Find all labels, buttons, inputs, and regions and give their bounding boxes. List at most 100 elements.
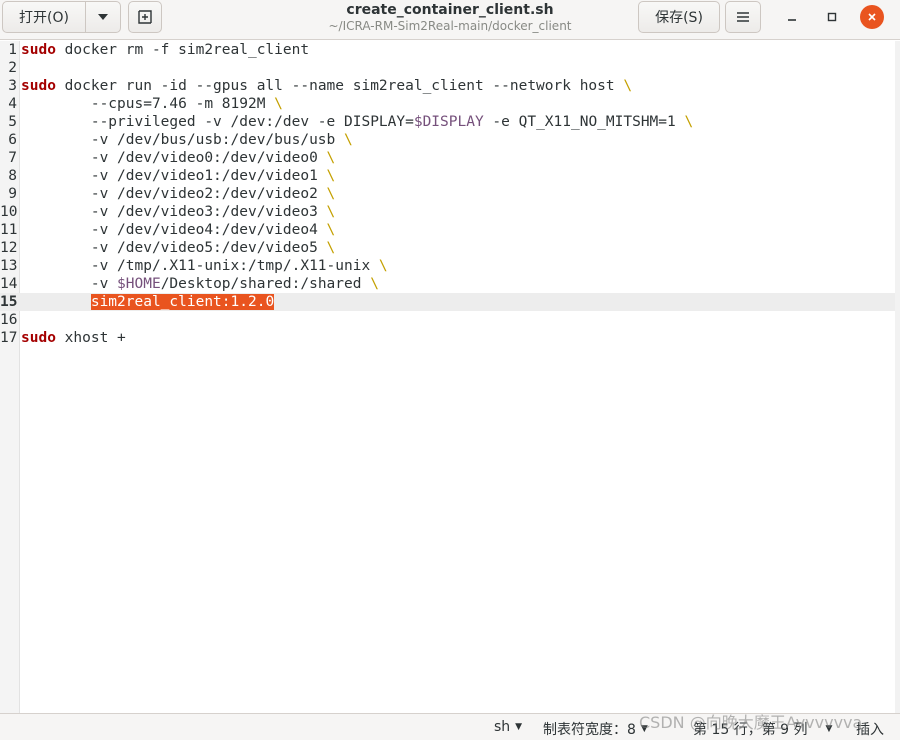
code-line[interactable]: 16	[0, 311, 895, 329]
line-text[interactable]: -v /tmp/.X11-unix:/tmp/.X11-unix \	[21, 257, 388, 275]
line-continuation-token: \	[326, 222, 336, 238]
code-token: -v	[21, 276, 118, 292]
code-line[interactable]: 4 --cpus=7.46 -m 8192M \	[0, 95, 895, 113]
line-text[interactable]: -v /dev/video5:/dev/video5 \	[21, 239, 335, 257]
line-number: 15	[0, 294, 18, 310]
code-line[interactable]: 14 -v $HOME/Desktop/shared:/shared \	[0, 275, 895, 293]
code-token: --privileged -v /dev:/dev -e DISPLAY=	[21, 114, 414, 130]
language-selector[interactable]: sh ▼	[494, 719, 522, 735]
new-document-icon	[138, 10, 152, 24]
code-line[interactable]: 17 sudo xhost +	[0, 329, 895, 347]
code-line[interactable]: 12 -v /dev/video5:/dev/video5 \	[0, 239, 895, 257]
line-text[interactable]: -v /dev/video4:/dev/video4 \	[21, 221, 335, 239]
code-line[interactable]: 2	[0, 59, 895, 77]
minimize-button[interactable]	[781, 6, 803, 28]
chevron-down-icon: ▼	[515, 722, 523, 732]
line-text[interactable]: sudo docker rm -f sim2real_client	[21, 41, 309, 59]
line-number: 16	[0, 312, 18, 328]
line-number: 3	[8, 78, 17, 94]
keyword-token: sudo	[21, 330, 56, 346]
keyword-token: sudo	[21, 78, 56, 94]
code-token: docker rm -f sim2real_client	[55, 42, 310, 58]
code-line[interactable]: 5 --privileged -v /dev:/dev -e DISPLAY=$…	[0, 113, 895, 131]
line-text[interactable]: sudo xhost +	[21, 329, 126, 347]
line-text[interactable]: sim2real_client:1.2.0	[21, 293, 275, 311]
code-line[interactable]: 7 -v /dev/video0:/dev/video0 \	[0, 149, 895, 167]
close-button[interactable]	[860, 5, 884, 29]
line-continuation-token: \	[326, 240, 336, 256]
tab-width-label: 制表符宽度：8	[543, 722, 636, 738]
code-token: -v /dev/video0:/dev/video0	[21, 150, 327, 166]
document-title: create_container_client.sh	[346, 2, 554, 18]
line-continuation-token: \	[326, 204, 336, 220]
line-continuation-token: \	[326, 168, 336, 184]
line-number: 13	[0, 258, 18, 274]
document-path: ~/ICRA-RM-Sim2Real-main/docker_client	[328, 19, 572, 33]
variable-token: $DISPLAY	[413, 114, 484, 130]
variable-token: $HOME	[117, 276, 161, 292]
line-continuation-token: \	[326, 150, 336, 166]
code-line[interactable]: 3 sudo docker run -id --gpus all --name s…	[0, 77, 895, 95]
line-continuation-token: \	[344, 132, 353, 148]
header-bar: 打开(O) create_container_client.sh ~/ICRA-…	[0, 0, 900, 40]
code-token: -v /dev/video4:/dev/video4	[21, 222, 327, 238]
open-menu-button[interactable]	[85, 1, 121, 33]
line-number: 14	[0, 276, 18, 292]
code-line[interactable]: 8 -v /dev/video1:/dev/video1 \	[0, 167, 895, 185]
code-token: -v /dev/bus/usb:/dev/bus/usb	[21, 132, 345, 148]
line-text[interactable]: -v /dev/video3:/dev/video3 \	[21, 203, 335, 221]
line-text[interactable]: -v /dev/video0:/dev/video0 \	[21, 149, 335, 167]
line-text[interactable]: -v /dev/video2:/dev/video2 \	[21, 185, 335, 203]
menu-button[interactable]	[725, 1, 761, 33]
line-continuation-token: \	[623, 78, 633, 94]
new-document-button[interactable]	[128, 1, 162, 33]
code-line[interactable]: 1 sudo docker rm -f sim2real_client	[0, 41, 895, 59]
save-button[interactable]: 保存(S)	[638, 1, 720, 33]
line-text[interactable]: -v /dev/bus/usb:/dev/bus/usb \	[21, 131, 353, 149]
line-text[interactable]: --privileged -v /dev:/dev -e DISPLAY=$DI…	[21, 113, 693, 131]
tab-width-selector[interactable]: 制表符宽度：8 ▼	[543, 719, 648, 739]
line-number: 8	[8, 168, 17, 184]
code-token: -v /dev/video5:/dev/video5	[21, 240, 327, 256]
maximize-button[interactable]	[821, 6, 843, 28]
line-number: 11	[0, 222, 18, 238]
line-text[interactable]: sudo docker run -id --gpus all --name si…	[21, 77, 632, 95]
code-line[interactable]: 13 -v /tmp/.X11-unix:/tmp/.X11-unix \	[0, 257, 895, 275]
code-token: -v /dev/video1:/dev/video1	[21, 168, 327, 184]
hamburger-menu-icon	[737, 12, 749, 22]
line-number: 2	[8, 60, 17, 76]
code-line[interactable]: 9 -v /dev/video2:/dev/video2 \	[0, 185, 895, 203]
code-line[interactable]: 10 -v /dev/video3:/dev/video3 \	[0, 203, 895, 221]
line-number: 17	[0, 330, 18, 346]
vertical-scrollbar[interactable]	[895, 41, 900, 713]
code-line[interactable]: 15 sim2real_client:1.2.0	[0, 293, 895, 311]
code-line[interactable]: 11 -v /dev/video4:/dev/video4 \	[0, 221, 895, 239]
line-text[interactable]: -v $HOME/Desktop/shared:/shared \	[21, 275, 379, 293]
line-number: 6	[8, 132, 17, 148]
watermark: CSDN @向晚大魔王Avvvvvva	[639, 713, 863, 732]
code-token: --cpus=7.46 -m 8192M	[21, 96, 275, 112]
line-number: 5	[8, 114, 17, 130]
line-number: 12	[0, 240, 18, 256]
open-button[interactable]: 打开(O)	[2, 1, 86, 33]
line-number: 9	[8, 186, 17, 202]
line-number: 7	[8, 150, 17, 166]
code-line[interactable]: 6 -v /dev/bus/usb:/dev/bus/usb \	[0, 131, 895, 149]
code-token: -v /dev/video2:/dev/video2	[21, 186, 327, 202]
close-icon	[868, 13, 876, 21]
text-editor[interactable]: 1 sudo docker rm -f sim2real_client 2 3 sudo…	[0, 41, 895, 713]
code-token: -e QT_X11_NO_MITSHM=1	[483, 114, 685, 130]
selected-text: sim2real_client:1.2.0	[90, 294, 275, 310]
code-token: docker run -id --gpus all --name sim2rea…	[55, 78, 624, 94]
minimize-icon	[788, 19, 796, 21]
line-continuation-token: \	[684, 114, 694, 130]
title-block: create_container_client.sh ~/ICRA-RM-Sim…	[300, 1, 600, 34]
code-token: /Desktop/shared:/shared	[160, 276, 371, 292]
line-continuation-token: \	[326, 186, 336, 202]
language-label: sh	[494, 719, 511, 735]
line-text[interactable]: -v /dev/video1:/dev/video1 \	[21, 167, 335, 185]
code-token: -v /dev/video3:/dev/video3	[21, 204, 327, 220]
line-text[interactable]: --cpus=7.46 -m 8192M \	[21, 95, 283, 113]
open-button-group: 打开(O)	[2, 1, 121, 33]
